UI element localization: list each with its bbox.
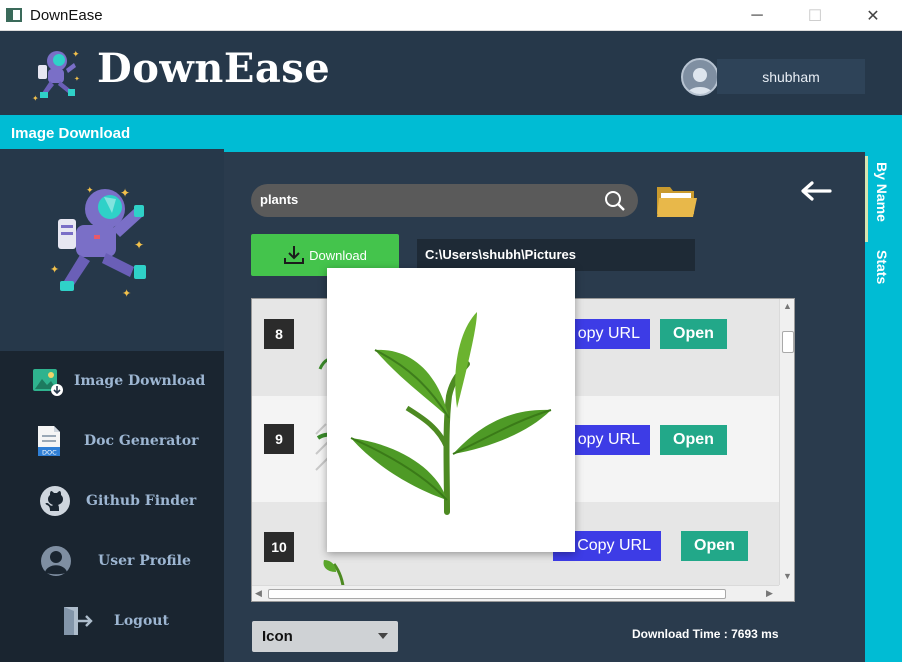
search-input[interactable]	[260, 192, 590, 207]
astronaut-logo-icon: ✦ ✦ ✦	[32, 49, 80, 103]
sidebar-item-label: Doc Generator	[84, 433, 199, 449]
vertical-scrollbar[interactable]: ▲ ▼	[779, 299, 794, 585]
sidebar-item-label: Github Finder	[86, 493, 197, 509]
search-box	[251, 184, 638, 217]
download-button-label: Download	[309, 247, 367, 263]
svg-text:✦: ✦	[50, 264, 59, 276]
horizontal-scrollbar[interactable]: ◀ ▶	[252, 585, 779, 601]
type-select-value: Icon	[262, 628, 293, 645]
minimize-button[interactable]: ─	[728, 0, 786, 31]
section-title: Image Download	[11, 125, 131, 142]
svg-text:✦: ✦	[74, 75, 80, 83]
sidebar-item-image-download[interactable]: Image Download	[0, 356, 224, 406]
result-index: 10	[264, 532, 294, 562]
copy-url-label: Copy URL	[577, 537, 651, 554]
app-header: ✦ ✦ ✦ DownEase shubham	[0, 31, 902, 115]
plant-preview-icon	[350, 312, 552, 515]
sidebar-item-github-finder[interactable]: Github Finder	[0, 476, 224, 526]
sidebar-item-doc-generator[interactable]: DOC Doc Generator	[0, 416, 224, 466]
svg-text:✦: ✦	[120, 186, 130, 200]
image-preview-popup	[327, 268, 575, 552]
user-icon	[41, 546, 71, 576]
scroll-up-icon[interactable]: ▲	[783, 301, 792, 311]
scroll-left-icon[interactable]: ◀	[255, 588, 262, 599]
back-arrow-icon[interactable]	[800, 180, 832, 202]
window-title: DownEase	[30, 6, 103, 24]
active-tab-indicator	[865, 156, 868, 242]
user-avatar[interactable]	[681, 58, 719, 96]
svg-text:✦: ✦	[72, 49, 80, 59]
maximize-button[interactable]: ☐	[786, 0, 844, 31]
vertical-scroll-thumb[interactable]	[782, 331, 794, 353]
window-controls: ─ ☐ ✕	[728, 0, 902, 31]
scroll-down-icon[interactable]: ▼	[783, 571, 792, 581]
result-index: 8	[264, 319, 294, 349]
window-title-bar: DownEase ─ ☐ ✕	[0, 0, 902, 31]
sidebar-item-label: User Profile	[98, 553, 191, 569]
image-download-icon	[33, 369, 63, 396]
sidebar-item-user-profile[interactable]: User Profile	[0, 536, 224, 586]
user-avatar-icon	[686, 68, 714, 94]
download-icon	[284, 246, 305, 264]
svg-text:✦: ✦	[86, 185, 94, 195]
open-button[interactable]: Open	[660, 425, 727, 455]
astronaut-illustration-icon: ✦ ✦ ✦ ✦ ✦	[50, 185, 146, 300]
sidebar-banner: ✦ ✦ ✦ ✦ ✦	[0, 149, 224, 351]
github-icon	[40, 486, 70, 516]
folder-icon[interactable]	[656, 184, 698, 218]
right-tab-bar: By Name Stats	[865, 152, 902, 662]
svg-text:DOC: DOC	[42, 449, 57, 457]
svg-text:✦: ✦	[134, 238, 144, 252]
section-bar: Image Download	[0, 115, 902, 152]
save-path-field[interactable]: C:\Users\shubh\Pictures	[417, 239, 695, 271]
close-button[interactable]: ✕	[844, 0, 902, 31]
scroll-right-icon[interactable]: ▶	[766, 588, 773, 599]
sidebar-item-label: Logout	[114, 613, 169, 629]
logout-icon	[64, 607, 93, 635]
sidebar-item-label: Image Download	[74, 373, 206, 389]
tab-by-name[interactable]: By Name	[874, 162, 890, 222]
svg-text:✦: ✦	[32, 94, 39, 103]
result-index: 9	[264, 424, 294, 454]
chevron-down-icon	[378, 633, 388, 639]
sidebar-item-logout[interactable]: Logout	[0, 596, 224, 646]
type-select[interactable]: Icon	[252, 621, 398, 652]
username-display: shubham	[717, 59, 865, 94]
horizontal-scroll-thumb[interactable]	[268, 589, 726, 599]
document-icon: DOC	[38, 426, 60, 457]
open-button[interactable]: Open	[681, 531, 748, 561]
brand-title: DownEase	[97, 45, 331, 92]
tab-stats[interactable]: Stats	[874, 250, 890, 284]
download-time-text: Download Time : 7693 ms	[632, 627, 779, 641]
svg-text:✦: ✦	[122, 288, 131, 300]
search-icon[interactable]	[604, 190, 626, 212]
sidebar-nav: Image Download DOC Doc Generator Github …	[0, 351, 224, 662]
app-icon	[6, 8, 22, 22]
open-button[interactable]: Open	[660, 319, 727, 349]
